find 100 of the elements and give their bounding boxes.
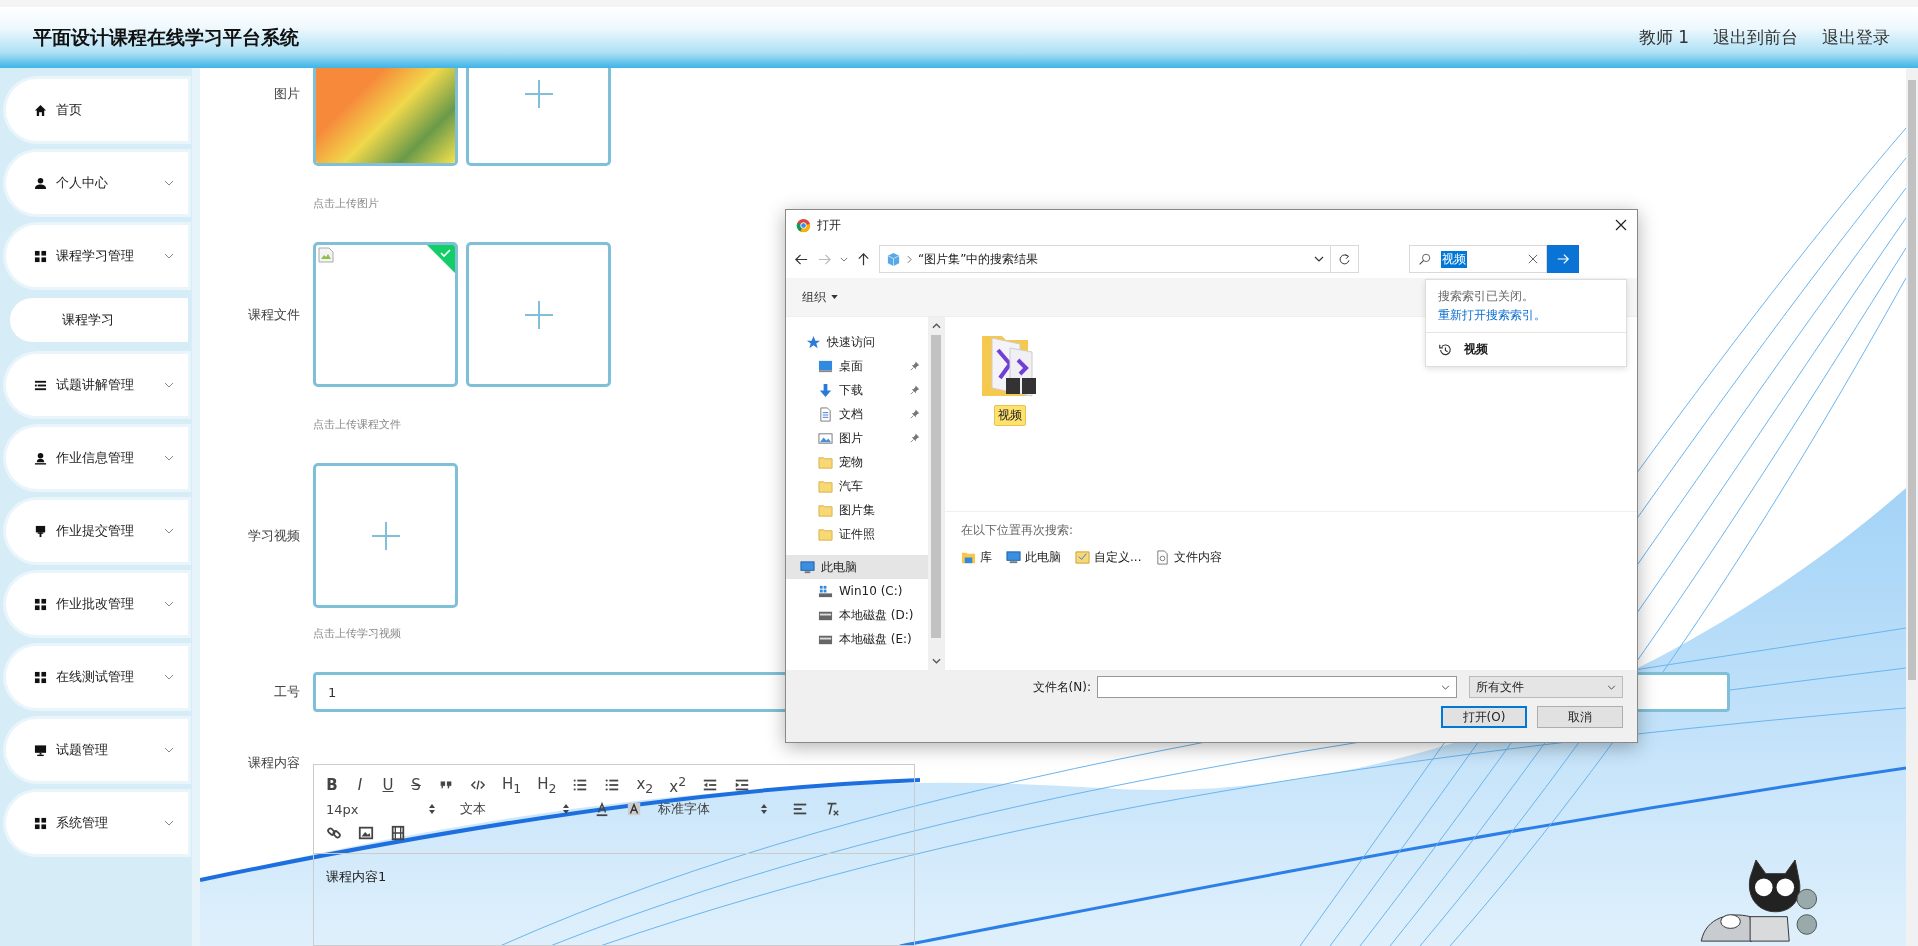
italic-button[interactable]: I	[354, 776, 366, 794]
sidebar-subitem[interactable]: 课程学习	[10, 298, 188, 342]
underline-button[interactable]: U	[382, 776, 394, 794]
nav-item[interactable]: 本地磁盘 (E:)	[786, 627, 928, 651]
scroll-down-icon[interactable]	[931, 658, 941, 664]
field-label: 课程内容	[247, 754, 300, 772]
desktop-icon	[818, 358, 833, 374]
browser-icon	[796, 217, 811, 233]
address-bar[interactable]: “图片集”中的搜索结果	[879, 245, 1331, 273]
outdent-icon[interactable]	[702, 777, 719, 793]
nav-item[interactable]: 宠物	[786, 450, 928, 474]
field-label: 学习视频	[247, 526, 300, 545]
header-link[interactable]: 退出到前台	[1713, 26, 1798, 49]
plus-icon	[524, 79, 553, 108]
computer-icon	[1006, 550, 1021, 565]
chevron-icon	[1441, 684, 1450, 690]
close-icon[interactable]	[1615, 219, 1627, 231]
search-location-link[interactable]: 此电脑	[1006, 549, 1061, 566]
search-location-link[interactable]: 库	[961, 549, 992, 566]
nav-item[interactable]: 桌面	[786, 354, 928, 378]
sidebar-item[interactable]: 作业信息管理	[6, 427, 188, 489]
filename-label: 文件名(N):	[1032, 678, 1091, 696]
dialog-title: 打开	[817, 216, 842, 234]
dropdown-select[interactable]: 文本	[460, 800, 578, 818]
search-location-link[interactable]: 文件内容	[1155, 549, 1223, 566]
nav-item[interactable]: 图片	[786, 426, 928, 450]
sidebar-item[interactable]: 在线测试管理	[6, 646, 188, 708]
scroll-up-icon[interactable]	[931, 323, 941, 329]
heading-button[interactable]: H$_{2}$	[537, 774, 557, 796]
chevron-icon[interactable]	[840, 256, 848, 262]
scrollbar[interactable]	[928, 317, 944, 670]
library-icon	[961, 550, 976, 565]
chevron-icon	[1314, 256, 1324, 262]
link-icon[interactable]	[326, 825, 342, 841]
nav-item[interactable]: Win10 (C:)	[786, 579, 928, 603]
script-button[interactable]: x$^{2}$	[669, 774, 687, 796]
nav-item[interactable]: 下载	[786, 378, 928, 402]
sidebar-item[interactable]: 作业批改管理	[6, 573, 188, 635]
file-type-select[interactable]: 所有文件	[1469, 676, 1623, 698]
text-color-icon[interactable]	[594, 801, 610, 817]
indent-icon[interactable]	[734, 777, 751, 793]
code-icon[interactable]	[470, 777, 486, 793]
editor-text[interactable]: 课程内容1	[314, 854, 914, 900]
nav-item[interactable]: 文档	[786, 402, 928, 426]
sidebar-item[interactable]: 试题讲解管理	[6, 354, 188, 416]
upload-hint: 点击上传课程文件	[313, 417, 401, 433]
nav-item[interactable]: 证件照	[786, 522, 928, 546]
sidebar-item[interactable]: 首页	[6, 79, 188, 141]
up-arrow-icon[interactable]	[856, 251, 871, 267]
field-label: 课程文件	[247, 305, 300, 324]
scrollbar[interactable]	[1906, 68, 1918, 946]
search-history-item[interactable]: 视频	[1426, 332, 1626, 366]
film-icon[interactable]	[390, 825, 406, 841]
nav-item[interactable]: 图片集	[786, 498, 928, 522]
history-icon	[1438, 342, 1452, 357]
sidebar-item[interactable]: 试题管理	[6, 719, 188, 781]
pin-icon	[34, 524, 47, 538]
dropdown-select[interactable]: 14px	[326, 801, 444, 817]
strikethrough-button[interactable]: S	[410, 776, 422, 794]
broken-image-icon	[318, 247, 334, 263]
field-label: 图片	[273, 84, 300, 103]
organize-menu[interactable]: 组织	[802, 288, 838, 306]
nav-item[interactable]: 此电脑	[786, 555, 928, 579]
grid-icon	[34, 670, 47, 684]
clear-icon[interactable]	[1528, 254, 1538, 264]
file-item[interactable]: 视频	[975, 329, 1045, 426]
reopen-index-link[interactable]: 重新打开搜索索引。	[1426, 305, 1626, 332]
heading-button[interactable]: H$_{1}$	[502, 774, 522, 796]
grid-icon	[34, 597, 47, 611]
script-button[interactable]: x$_{2}$	[636, 774, 654, 796]
bold-button[interactable]: B	[326, 776, 338, 794]
field-label: 工号	[273, 683, 300, 701]
refresh-button[interactable]	[1331, 245, 1359, 273]
nav-item[interactable]: 汽车	[786, 474, 928, 498]
grid-icon	[34, 249, 47, 263]
search-location-link[interactable]: 自定义...	[1075, 549, 1142, 566]
sidebar-item[interactable]: 课程学习管理	[6, 225, 188, 287]
align-icon[interactable]	[792, 801, 808, 817]
image-icon[interactable]	[358, 825, 374, 841]
sidebar-item[interactable]: 个人中心	[6, 152, 188, 214]
ordered-list-icon[interactable]	[572, 777, 589, 793]
list-icon	[34, 378, 47, 392]
bullet-list-icon[interactable]	[604, 777, 621, 793]
nav-item[interactable]: 快速访问	[786, 330, 928, 354]
nav-item[interactable]: 本地磁盘 (D:)	[786, 603, 928, 627]
document-icon	[1155, 550, 1171, 565]
dropdown-select[interactable]: 标准字体	[658, 800, 776, 818]
search-index-message: 搜索索引已关闭。	[1437, 288, 1535, 305]
dialog-button[interactable]: 打开(O)	[1441, 706, 1527, 728]
dialog-button[interactable]: 取消	[1537, 706, 1623, 728]
sidebar-item[interactable]: 系统管理	[6, 792, 188, 854]
chevron-icon	[1607, 684, 1616, 690]
filename-field[interactable]	[1097, 676, 1457, 698]
updown-icon	[760, 803, 768, 815]
search-field[interactable]: 视频	[1409, 245, 1547, 273]
sidebar-item[interactable]: 作业提交管理	[6, 500, 188, 562]
upload-hint: 点击上传学习视频	[313, 626, 401, 642]
header-link[interactable]: 退出登录	[1822, 26, 1890, 49]
search-again-label: 在以下位置再次搜索:	[961, 522, 1075, 539]
caret-icon	[831, 295, 838, 299]
